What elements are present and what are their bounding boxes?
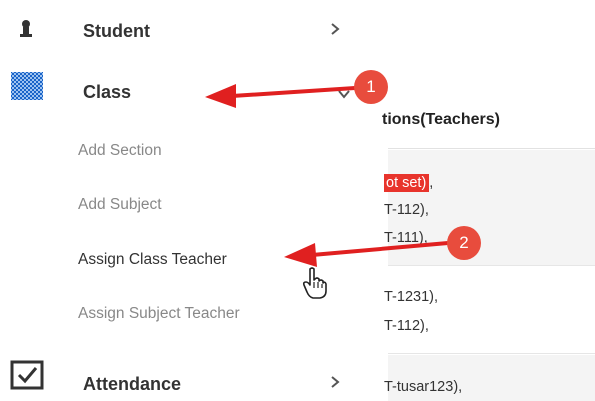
sidebar-item-label: Student [83, 21, 150, 41]
table-cell-line: T-tusar123), [384, 379, 463, 395]
table-row: T-1231), T-112), [384, 267, 595, 354]
submenu-add-subject[interactable]: Add Subject [78, 196, 162, 214]
class-grid-icon [10, 71, 44, 106]
submenu-add-section[interactable]: Add Section [78, 142, 162, 160]
sidebar-item-label: Class [83, 82, 132, 102]
callout-badge-2: 2 [447, 226, 481, 260]
table-row: ot set), T-112), T-111), [384, 150, 595, 266]
chevron-down-icon [337, 84, 351, 104]
student-icon [18, 19, 34, 44]
table-cell-line: T-111), [384, 230, 428, 246]
table-cell-line: ot set), [384, 174, 434, 192]
sidebar-item-student[interactable]: Student [0, 16, 388, 50]
sidebar-item-class[interactable]: Class [0, 70, 388, 110]
submenu-assign-subject-teacher[interactable]: Assign Subject Teacher [78, 305, 240, 323]
not-set-highlight: ot set) [384, 174, 430, 192]
sidebar-menu: Student Class Add Section Add Subject As… [0, 0, 388, 401]
chevron-right-icon [330, 21, 340, 41]
checkbox-icon [10, 360, 44, 395]
table-cell-line: T-112), [384, 318, 429, 334]
sidebar-item-attendance[interactable]: Attendance [0, 360, 388, 400]
teachers-table: tions(Teachers) ot set), T-112), T-111),… [382, 0, 595, 401]
table-row: T-tusar123), [384, 355, 595, 401]
table-header: tions(Teachers) [382, 93, 595, 149]
chevron-right-icon [330, 374, 340, 394]
table-cell-line: T-1231), [384, 289, 438, 305]
submenu-assign-class-teacher[interactable]: Assign Class Teacher [78, 251, 227, 269]
column-header-teachers: tions(Teachers) [382, 111, 500, 128]
callout-badge-1: 1 [354, 70, 388, 104]
sidebar-item-label: Attendance [83, 374, 182, 394]
hand-cursor-icon [302, 266, 328, 305]
table-cell-line: T-112), [384, 202, 429, 218]
